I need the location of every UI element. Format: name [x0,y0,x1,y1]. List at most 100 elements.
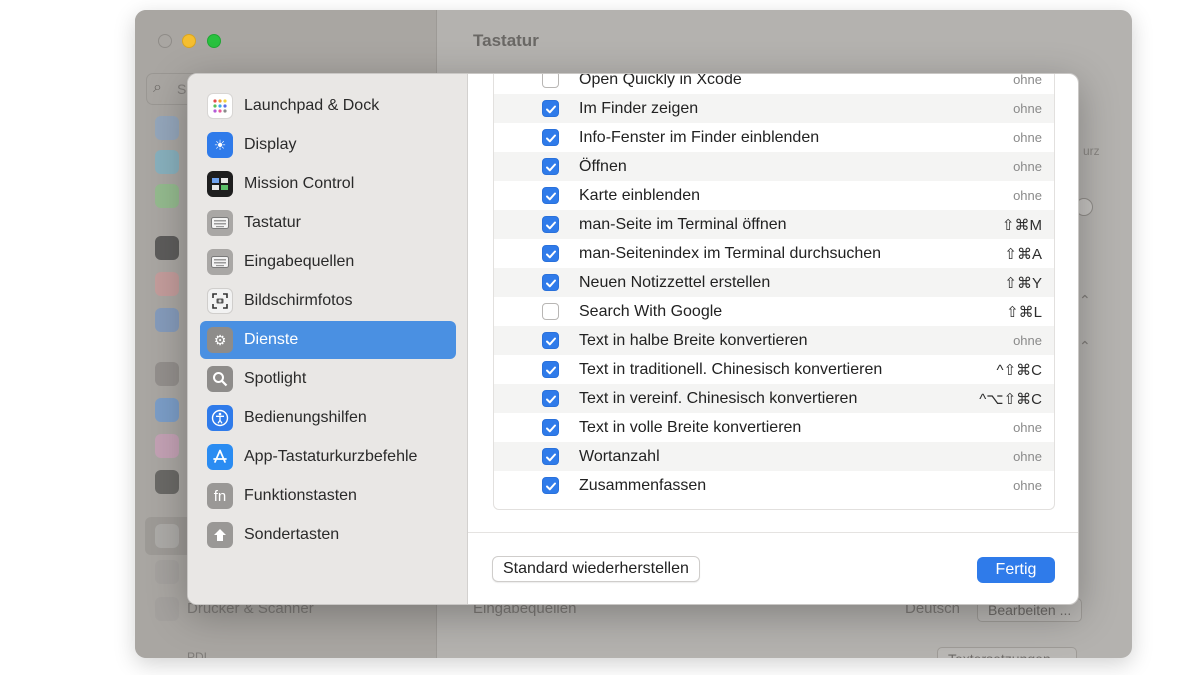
service-label: Open Quickly in Xcode [579,73,742,88]
app-shortcuts-icon [207,444,233,470]
service-checkbox[interactable] [542,129,559,146]
service-row[interactable]: Text in vereinf. Chinesisch konvertieren… [494,384,1054,413]
service-checkbox[interactable] [542,390,559,407]
service-label: Text in vereinf. Chinesisch konvertieren [579,389,858,407]
service-label: Öffnen [579,157,627,175]
service-row[interactable]: Search With Google ⇧⌘L [494,297,1054,326]
bg-sidebar-icon [155,116,179,140]
sidebar-item-function-keys[interactable]: fn Funktionstasten [200,477,456,515]
service-row[interactable]: Text in halbe Breite konvertieren ohne [494,326,1054,355]
service-shortcut[interactable]: ohne [1013,130,1042,145]
service-label: Zusammenfassen [579,476,707,494]
service-checkbox[interactable] [542,158,559,175]
sidebar-item-label: App-Tastaturkurzbefehle [244,448,418,465]
close-window-button[interactable] [158,34,172,48]
service-row[interactable]: Im Finder zeigen ohne [494,94,1054,123]
wallet-icon [155,470,179,494]
sidebar-item-input-sources[interactable]: Eingabequellen [200,243,456,281]
service-shortcut[interactable]: ⇧⌘Y [1004,274,1042,292]
service-row[interactable]: Wortanzahl ohne [494,442,1054,471]
sidebar-item-modifier-keys[interactable]: Sondertasten [200,516,456,554]
bg-sidebar-icon [155,272,179,296]
keyboard-shortcuts-sheet: Launchpad & Dock ☀ Display Mission Contr… [187,73,1079,605]
service-checkbox[interactable] [542,303,559,320]
service-shortcut[interactable]: ohne [1013,101,1042,116]
service-row[interactable]: Open Quickly in Xcode ohne [494,73,1054,94]
service-shortcut[interactable]: ohne [1013,188,1042,203]
service-label: Karte einblenden [579,186,700,204]
service-checkbox[interactable] [542,332,559,349]
service-row[interactable]: Neuen Notizzettel erstellen ⇧⌘Y [494,268,1054,297]
service-row[interactable]: Text in traditionell. Chinesisch konvert… [494,355,1054,384]
service-checkbox[interactable] [542,216,559,233]
service-shortcut[interactable]: ohne [1013,478,1042,493]
function-keys-icon: fn [207,483,233,509]
footer-divider [468,532,1078,533]
sidebar-item-label: Launchpad & Dock [244,97,380,114]
service-shortcut[interactable]: ^⌥⇧⌘C [979,390,1042,408]
service-shortcut[interactable]: ohne [1013,159,1042,174]
service-shortcut[interactable]: ohne [1013,420,1042,435]
sidebar-item-label: Sondertasten [244,526,340,543]
service-label: Text in volle Breite konvertieren [579,418,802,436]
service-checkbox[interactable] [542,448,559,465]
bg-sidebar-icon [155,560,179,584]
display-icon: ☀ [207,132,233,158]
sidebar-item-app-shortcuts[interactable]: App-Tastaturkurzbefehle [200,438,456,476]
service-label: Info-Fenster im Finder einblenden [579,128,820,146]
service-checkbox[interactable] [542,274,559,291]
restore-defaults-button[interactable]: Standard wiederherstellen [492,556,700,582]
keyboard-icon [155,524,179,548]
sidebar-item-spotlight[interactable]: Spotlight [200,360,456,398]
service-checkbox[interactable] [542,361,559,378]
sidebar-item-label: Dienste [244,331,299,348]
service-row[interactable]: Karte einblenden ohne [494,181,1054,210]
sidebar-item-keyboard[interactable]: Tastatur [200,204,456,242]
service-shortcut[interactable]: ohne [1013,449,1042,464]
zoom-window-button[interactable] [207,34,221,48]
service-row[interactable]: man-Seite im Terminal öffnen ⇧⌘M [494,210,1054,239]
service-checkbox[interactable] [542,477,559,494]
service-checkbox[interactable] [542,74,559,88]
service-checkbox[interactable] [542,187,559,204]
search-placeholder: S [177,81,187,97]
service-label: Neuen Notizzettel erstellen [579,273,771,291]
sidebar-item-display[interactable]: ☀ Display [200,126,456,164]
service-shortcut[interactable]: ⇧⌘A [1004,245,1042,263]
service-shortcut[interactable]: ⇧⌘M [1002,216,1042,234]
at-icon [155,398,179,422]
input-sources-icon [207,249,233,275]
service-row[interactable]: Zusammenfassen ohne [494,471,1054,500]
keyboard-icon [207,210,233,236]
service-shortcut[interactable]: ^⇧⌘C [997,361,1042,379]
window-title: Tastatur [473,31,539,50]
sidebar-item-services[interactable]: ⚙ Dienste [200,321,456,359]
service-row[interactable]: Öffnen ohne [494,152,1054,181]
service-row[interactable]: man-Seitenindex im Terminal durchsuchen … [494,239,1054,268]
minimize-window-button[interactable] [182,34,196,48]
launchpad-icon [207,93,233,119]
screenshot-icon [207,288,233,314]
service-shortcut[interactable]: ohne [1013,74,1042,87]
sidebar-item-mission-control[interactable]: Mission Control [200,165,456,203]
sidebar-item-label: Display [244,136,297,153]
bg-text-replacements-button[interactable]: Textersetzungen ... [937,647,1078,658]
service-checkbox[interactable] [542,419,559,436]
service-shortcut[interactable]: ohne [1013,333,1042,348]
bg-sidebar-item[interactable]: PDI [187,650,207,658]
search-icon: ⌕ [153,79,162,96]
sidebar-item-accessibility[interactable]: Bedienungshilfen [200,399,456,437]
sidebar-item-screenshots[interactable]: Bildschirmfotos [200,282,456,320]
service-shortcut[interactable]: ⇧⌘L [1006,303,1042,321]
printer-icon [155,597,179,621]
service-label: Text in halbe Breite konvertieren [579,331,808,349]
service-row[interactable]: Text in volle Breite konvertieren ohne [494,413,1054,442]
service-checkbox[interactable] [542,245,559,262]
sidebar-item-launchpad-dock[interactable]: Launchpad & Dock [200,87,456,125]
modifier-keys-icon [207,522,233,548]
lock-icon [155,236,179,260]
users-icon [155,308,179,332]
service-row[interactable]: Info-Fenster im Finder einblenden ohne [494,123,1054,152]
done-button[interactable]: Fertig [977,557,1055,583]
service-checkbox[interactable] [542,100,559,117]
